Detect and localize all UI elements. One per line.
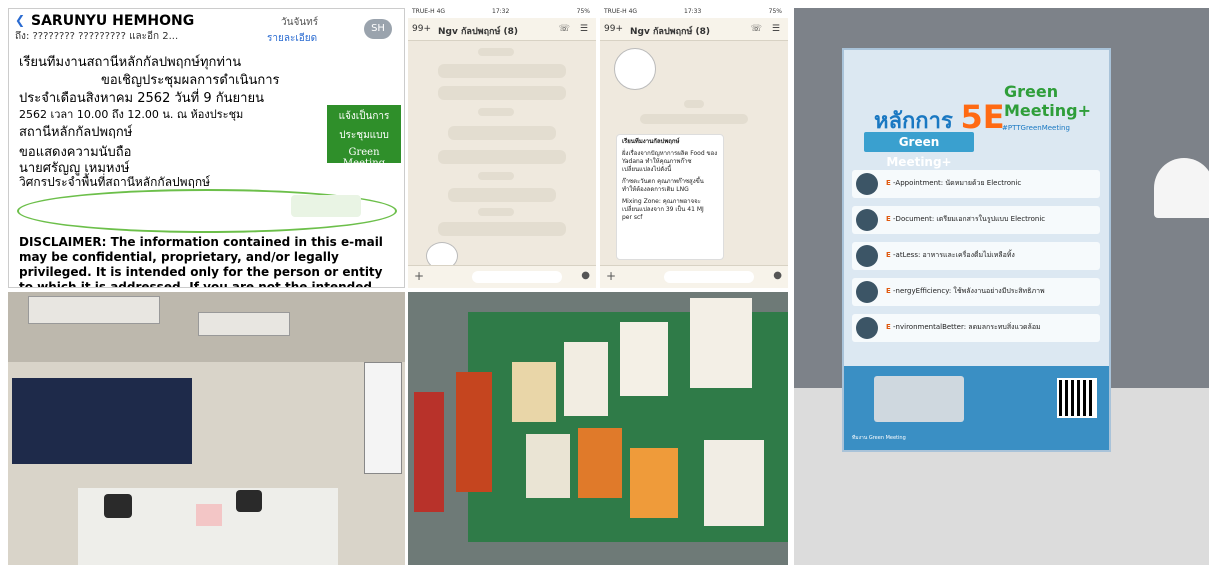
menu-icon[interactable]: ☰	[772, 24, 780, 34]
email-sender: SARUNYU HEMHONG	[31, 13, 195, 29]
system-message	[438, 222, 566, 236]
poster	[456, 372, 492, 492]
bulletin-board-photo	[408, 292, 788, 565]
poster	[414, 392, 444, 512]
table-stand-photo: หลักการ 5E Green Meeting+ Green Meeting+…	[794, 8, 1209, 565]
chat-header: 99+ Ngv กัลปพฤกษ์ (8) ☏ ☰	[600, 18, 788, 41]
system-message	[448, 188, 556, 202]
poster	[512, 362, 556, 422]
lightbulb-icon	[856, 281, 878, 303]
email-screenshot: ❮ SARUNYU HEMHONG ถึง: ???????? ????????…	[8, 8, 405, 288]
chat-title: Ngv กัลปพฤกษ์ (8)	[438, 27, 519, 37]
card-item-document: E -Document: เตรียมเอกสารในรูปแบบ Electr…	[852, 206, 1100, 234]
poster	[564, 342, 608, 416]
green-meeting-5e-card: หลักการ 5E Green Meeting+ Green Meeting+…	[842, 48, 1111, 452]
meeting-room-photo	[8, 292, 405, 565]
status-bar: TRUE-H 4G 17:32 75%	[408, 8, 596, 18]
microphone-icon[interactable]: ●	[581, 270, 590, 281]
card-item-energy: E -nergyEfficiency: ใช้พลังงานอย่างมีประ…	[852, 278, 1100, 306]
date-divider	[478, 108, 514, 116]
microphone-icon[interactable]: ●	[773, 270, 782, 281]
poster	[526, 434, 570, 498]
system-message	[448, 126, 556, 140]
chair	[236, 490, 262, 512]
whiteboard	[364, 362, 402, 474]
chair	[104, 494, 132, 518]
poster	[630, 448, 678, 518]
message-input[interactable]	[472, 271, 562, 283]
card-item-eatless: E -atLess: อาหารและเครื่องดื่มไม่เหลือทิ…	[852, 242, 1100, 270]
leaf-icon	[856, 317, 878, 339]
email-details-link[interactable]: รายละเอียด	[267, 31, 317, 46]
green-meeting-logo: Green Meeting+	[1004, 82, 1092, 120]
system-message	[640, 114, 748, 124]
avatar: SH	[364, 19, 392, 39]
qr-code	[1057, 378, 1097, 418]
chat-input-bar: + ●	[408, 265, 596, 288]
system-message	[438, 150, 566, 164]
green-meeting-note: แจ้งเป็นการ ประชุมแบบ Green Meeting	[327, 105, 401, 169]
message-input[interactable]	[664, 271, 754, 283]
poster	[690, 298, 752, 388]
back-arrow-icon: ❮	[15, 13, 26, 27]
food-icon	[856, 245, 878, 267]
chat-screenshot-1: TRUE-H 4G 17:32 75% 99+ Ngv กัลปพฤกษ์ (8…	[408, 8, 596, 288]
chat-screenshot-2: TRUE-H 4G 17:33 75% 99+ Ngv กัลปพฤกษ์ (8…	[600, 8, 788, 288]
laptop-illustration	[874, 376, 964, 422]
system-message	[438, 64, 566, 78]
chat-input-bar: + ●	[600, 265, 788, 288]
card-item-environment: E -nvironmentalBetter: ลดมลกระทบสิ่งแวดล…	[852, 314, 1100, 342]
email-body-line: สถานีหลักกัลปพฤกษ์	[19, 125, 133, 140]
card-footer: ทีมงาน Green Meeting	[844, 366, 1109, 450]
date-divider	[478, 208, 514, 216]
card-item-appointment: E -Appointment: นัดหมายด้วย Electronic	[852, 170, 1100, 198]
tissue-box	[196, 504, 222, 526]
poster	[578, 428, 622, 498]
date-divider	[478, 48, 514, 56]
air-conditioner	[28, 296, 160, 324]
email-disclaimer: DISCLAIMER: The information contained in…	[19, 235, 383, 288]
back-button[interactable]: 99+	[412, 24, 431, 34]
air-conditioner	[198, 312, 290, 336]
phone-icon[interactable]: ☏	[559, 24, 570, 34]
document-icon	[856, 209, 878, 231]
card-subtitle: Green Meeting+	[864, 132, 974, 169]
phone-icon[interactable]: ☏	[751, 24, 762, 34]
helmet	[1154, 158, 1209, 218]
chat-header: 99+ Ngv กัลปพฤกษ์ (8) ☏ ☰	[408, 18, 596, 41]
status-bar: TRUE-H 4G 17:33 75%	[600, 8, 788, 18]
system-message	[438, 86, 566, 100]
poster	[704, 440, 764, 526]
chat-title: Ngv กัลปพฤกษ์ (8)	[630, 27, 711, 37]
email-date: วันจันทร์	[281, 17, 319, 28]
sticker-image	[614, 48, 656, 90]
plus-icon[interactable]: +	[414, 269, 424, 283]
back-button[interactable]: 99+	[604, 24, 623, 34]
email-recipients: ถึง: ???????? ????????? และอีก 2...	[15, 31, 179, 42]
footer-text: ทีมงาน Green Meeting	[852, 435, 906, 441]
hashtag: #PTTGreenMeeting	[1002, 124, 1070, 132]
date-divider	[478, 172, 514, 180]
poster	[620, 322, 668, 396]
plus-icon[interactable]: +	[606, 269, 616, 283]
green-meeting-logo	[291, 195, 361, 217]
menu-icon[interactable]: ☰	[580, 24, 588, 34]
text-message: เรียนทีมงานกัลปพฤกษ์ ฝั่งเรื่องจากปัญหาก…	[616, 134, 724, 260]
calendar-icon	[856, 173, 878, 195]
notice-board	[12, 378, 192, 464]
message-bubble	[684, 100, 704, 108]
